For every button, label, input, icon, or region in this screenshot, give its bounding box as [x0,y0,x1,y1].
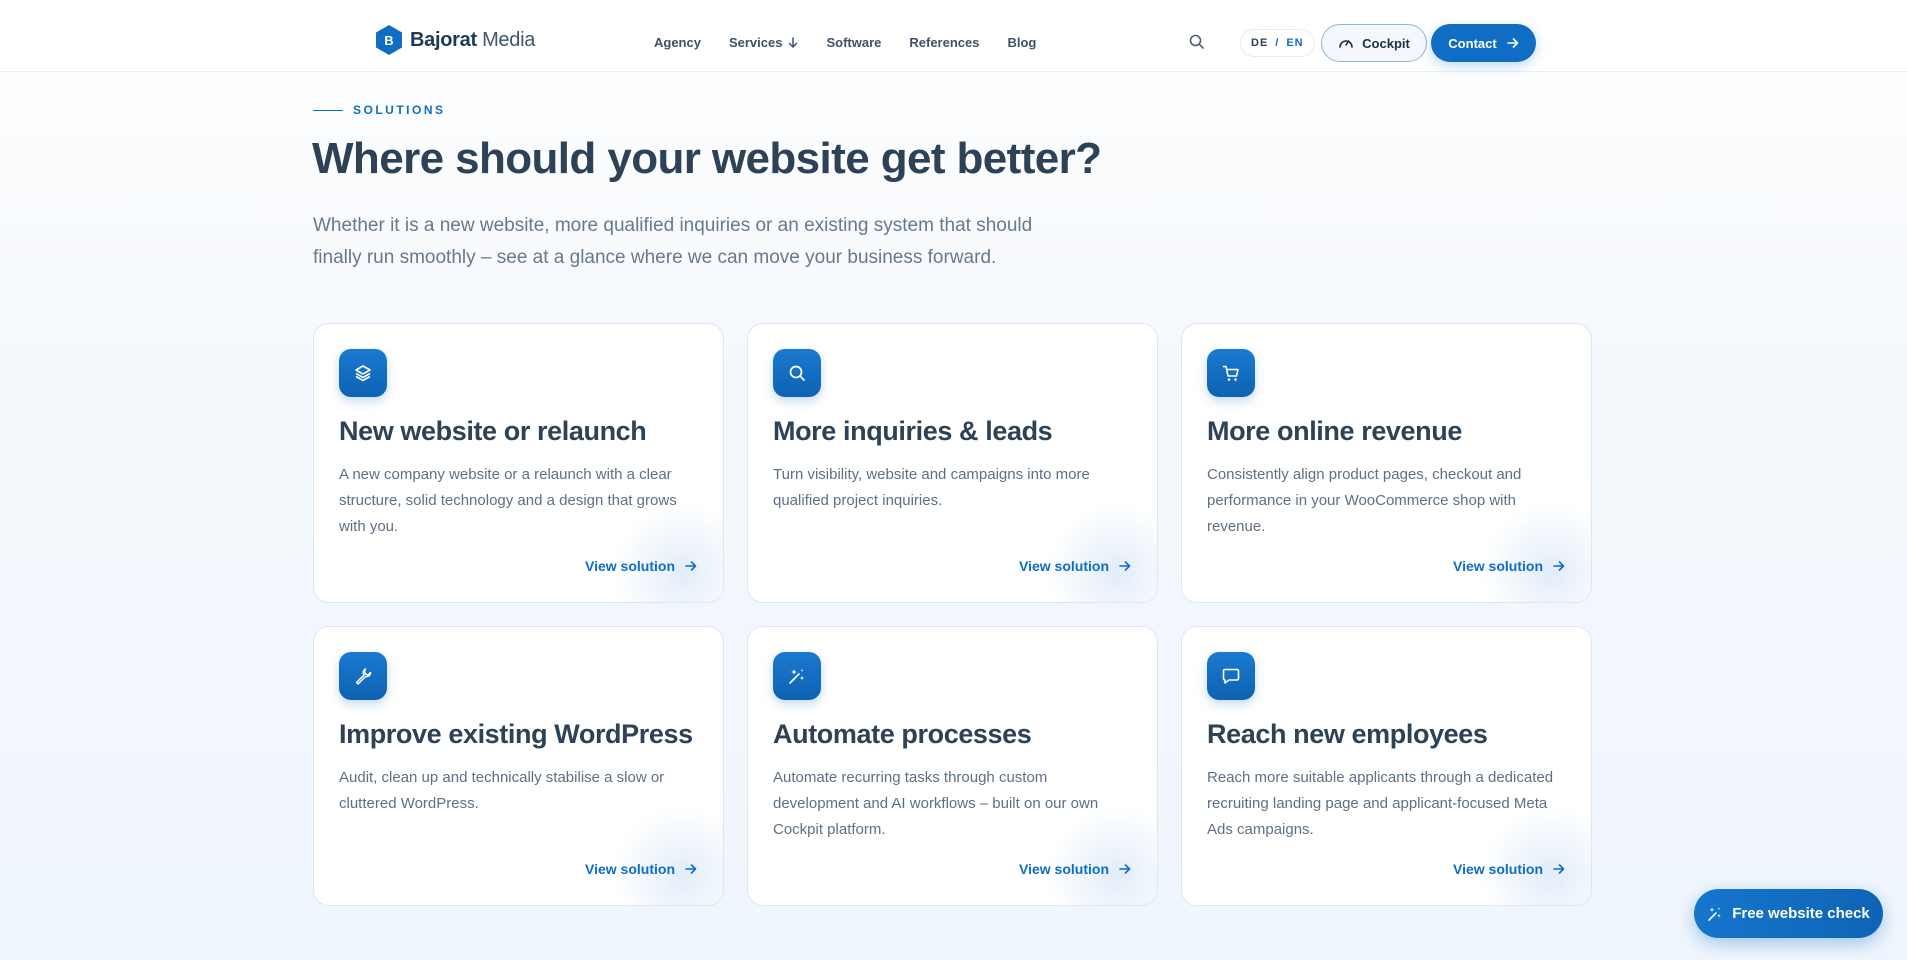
wrench-icon [339,652,387,700]
contact-button[interactable]: Contact [1431,24,1536,62]
nav-item-references[interactable]: References [895,35,993,50]
arrow-right-icon [685,864,697,874]
logo-mark-icon: B [374,24,404,56]
arrow-right-icon [1119,561,1131,571]
card-title: More inquiries & leads [773,416,1053,446]
section-title: Where should your website get better? [312,134,1102,183]
nav-item-services[interactable]: Services [715,35,813,50]
solution-card-wordpress[interactable]: Improve existing WordPress Audit, clean … [313,626,724,906]
site-header: B Bajorat Media Agency Services Software… [0,0,1907,72]
nav-item-software[interactable]: Software [812,35,895,50]
language-switcher: DE / EN [1240,29,1315,57]
view-solution-link[interactable]: View solution [1019,861,1131,877]
card-description: Turn visibility, website and campaigns i… [773,466,1090,509]
card-description: Audit, clean up and technically stabilis… [339,769,665,812]
gauge-icon [1338,36,1354,50]
solution-card-new-website[interactable]: New website or relaunch A new company we… [313,323,724,603]
cockpit-button[interactable]: Cockpit [1321,24,1427,62]
nav-item-agency[interactable]: Agency [654,35,715,50]
arrow-right-icon [1553,864,1565,874]
arrow-right-icon [685,561,697,571]
section-eyebrow: SOLUTIONS [313,103,446,117]
nav-item-blog[interactable]: Blog [993,35,1050,50]
lang-en[interactable]: EN [1286,37,1303,49]
arrow-down-icon [788,36,798,49]
sparkles-icon [773,652,821,700]
view-solution-link[interactable]: View solution [585,861,697,877]
arrow-right-icon [1553,561,1565,571]
solution-card-recruiting[interactable]: Reach new employees Reach more suitable … [1181,626,1592,906]
card-title: Automate processes [773,719,1032,749]
layers-icon [339,349,387,397]
logo-text: Bajorat Media [410,28,536,51]
card-description: A new company website or a relaunch with… [339,466,677,535]
card-title: New website or relaunch [339,416,647,446]
logo[interactable]: B Bajorat Media [374,24,535,56]
svg-text:B: B [384,33,393,48]
view-solution-link[interactable]: View solution [1453,861,1565,877]
card-title: More online revenue [1207,416,1462,446]
card-title: Improve existing WordPress [339,719,693,749]
section-lead: Whether it is a new website, more qualif… [313,215,1033,268]
lang-separator: / [1275,37,1280,49]
view-solution-link[interactable]: View solution [1453,558,1565,574]
solutions-grid: New website or relaunch A new company we… [313,323,1592,906]
lang-de[interactable]: DE [1251,37,1268,49]
arrow-right-icon [1119,864,1131,874]
card-title: Reach new employees [1207,719,1488,749]
free-website-check-button[interactable]: Free website check [1694,889,1883,938]
magic-wand-icon [1707,906,1723,922]
solution-card-automation[interactable]: Automate processes Automate recurring ta… [747,626,1158,906]
cart-icon [1207,349,1255,397]
solution-card-revenue[interactable]: More online revenue Consistently align p… [1181,323,1592,603]
search-icon [773,349,821,397]
search-icon[interactable] [1188,33,1206,51]
card-description: Consistently align product pages, checko… [1207,466,1522,535]
arrow-right-icon [1506,38,1519,48]
card-description: Reach more suitable applicants through a… [1207,769,1554,838]
main-nav: Agency Services Software References Blog [654,35,1050,50]
solution-card-inquiries[interactable]: More inquiries & leads Turn visibility, … [747,323,1158,603]
view-solution-link[interactable]: View solution [585,558,697,574]
eyebrow-line [313,109,343,111]
view-solution-link[interactable]: View solution [1019,558,1131,574]
page: B Bajorat Media Agency Services Software… [0,0,1907,960]
chat-icon [1207,652,1255,700]
card-description: Automate recurring tasks through custom … [773,769,1099,838]
